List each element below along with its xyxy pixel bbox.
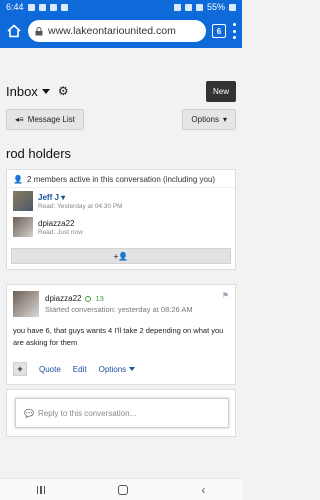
multiquote-button[interactable]: +: [13, 362, 27, 376]
inbox-title[interactable]: Inbox: [6, 84, 38, 99]
recent-apps-button[interactable]: [36, 485, 46, 494]
back-button[interactable]: ‹: [201, 483, 205, 497]
options-button[interactable]: Options ▾: [182, 109, 236, 130]
quote-link[interactable]: Quote: [39, 365, 61, 374]
status-time: 6:44: [6, 2, 24, 12]
avatar[interactable]: [13, 217, 33, 237]
options-label: Options: [191, 115, 219, 124]
members-heading-text: 2 members active in this conversation (i…: [26, 175, 216, 184]
author-name[interactable]: dpiazza22: [45, 294, 81, 303]
alarm-icon: [173, 3, 181, 11]
member-row: dpiazza22 Read: Just now: [7, 214, 235, 240]
member-name[interactable]: dpiazza22: [38, 219, 83, 228]
message-timestamp: Started conversation: yesterday at 08:26…: [45, 305, 193, 314]
tab-switcher-button[interactable]: 6: [212, 24, 226, 38]
speech-bubble-icon: 💬: [24, 408, 34, 418]
message-list-button[interactable]: ◂≡ Message List: [6, 109, 84, 130]
notification-icon: [27, 3, 35, 11]
members-heading: 👤 2 members active in this conversation …: [7, 170, 235, 188]
browser-menu-icon[interactable]: [232, 23, 236, 39]
new-conversation-button[interactable]: New: [205, 80, 236, 102]
chevron-down-icon: [129, 367, 136, 372]
avatar[interactable]: [13, 291, 39, 317]
system-navigation-bar: ‹: [0, 478, 242, 500]
battery-icon: [229, 3, 236, 11]
message-author-line: dpiazza22 13: [45, 294, 193, 303]
message-header: dpiazza22 13 Started conversation: yeste…: [7, 285, 235, 323]
chevron-down-icon[interactable]: [41, 88, 50, 94]
flag-icon[interactable]: ⚑: [222, 291, 229, 300]
message-post: dpiazza22 13 Started conversation: yeste…: [6, 284, 236, 385]
member-read-status: Read: Yesterday at 04:30 PM: [38, 202, 123, 210]
signal-icon: [195, 3, 203, 11]
message-body: you have 6, that guys wants 4 I'll take …: [13, 326, 224, 347]
browser-toolbar: www.lakeontariounited.com 6: [0, 14, 242, 48]
gear-icon[interactable]: ⚙: [58, 84, 69, 98]
url-text: www.lakeontariounited.com: [48, 25, 176, 37]
messenger-icon: [38, 3, 46, 11]
message-list-label: Message List: [27, 115, 75, 124]
members-panel: 👤 2 members active in this conversation …: [6, 169, 236, 270]
wifi-icon: [184, 3, 192, 11]
instagram-icon: [60, 3, 68, 11]
inbox-header: Inbox ⚙ New: [6, 80, 236, 102]
member-read-status: Read: Just now: [38, 228, 83, 236]
status-bar: 6:44 55%: [0, 0, 242, 14]
invite-member-button[interactable]: +👤: [11, 248, 231, 264]
home-icon[interactable]: [6, 23, 22, 39]
reply-placeholder: Reply to this conversation...: [37, 408, 137, 418]
conversation-title: rod holders: [6, 146, 72, 161]
back-list-icon: ◂≡: [15, 115, 24, 124]
user-icon: 👤: [13, 175, 23, 184]
member-name[interactable]: Jeff J ▾: [38, 193, 123, 202]
add-user-icon: +👤: [113, 251, 129, 261]
chevron-down-icon: ▾: [222, 115, 227, 124]
reply-panel: 💬 Reply to this conversation...: [6, 389, 236, 437]
reply-input[interactable]: 💬 Reply to this conversation...: [15, 398, 229, 428]
message-actions: + Quote Edit Options: [13, 362, 136, 376]
address-bar[interactable]: www.lakeontariounited.com: [28, 20, 206, 42]
author-score: 13: [95, 294, 104, 303]
online-status-icon: [85, 295, 92, 302]
edit-link[interactable]: Edit: [73, 365, 87, 374]
lock-icon: [35, 26, 43, 35]
conversation-toolbar: ◂≡ Message List Options ▾: [6, 109, 236, 130]
battery-level: 55%: [206, 2, 225, 12]
facebook-icon: [49, 3, 57, 11]
member-row: Jeff J ▾ Read: Yesterday at 04:30 PM: [7, 188, 235, 214]
avatar[interactable]: [13, 191, 33, 211]
home-button[interactable]: [118, 484, 129, 495]
message-options-link[interactable]: Options: [99, 365, 136, 374]
